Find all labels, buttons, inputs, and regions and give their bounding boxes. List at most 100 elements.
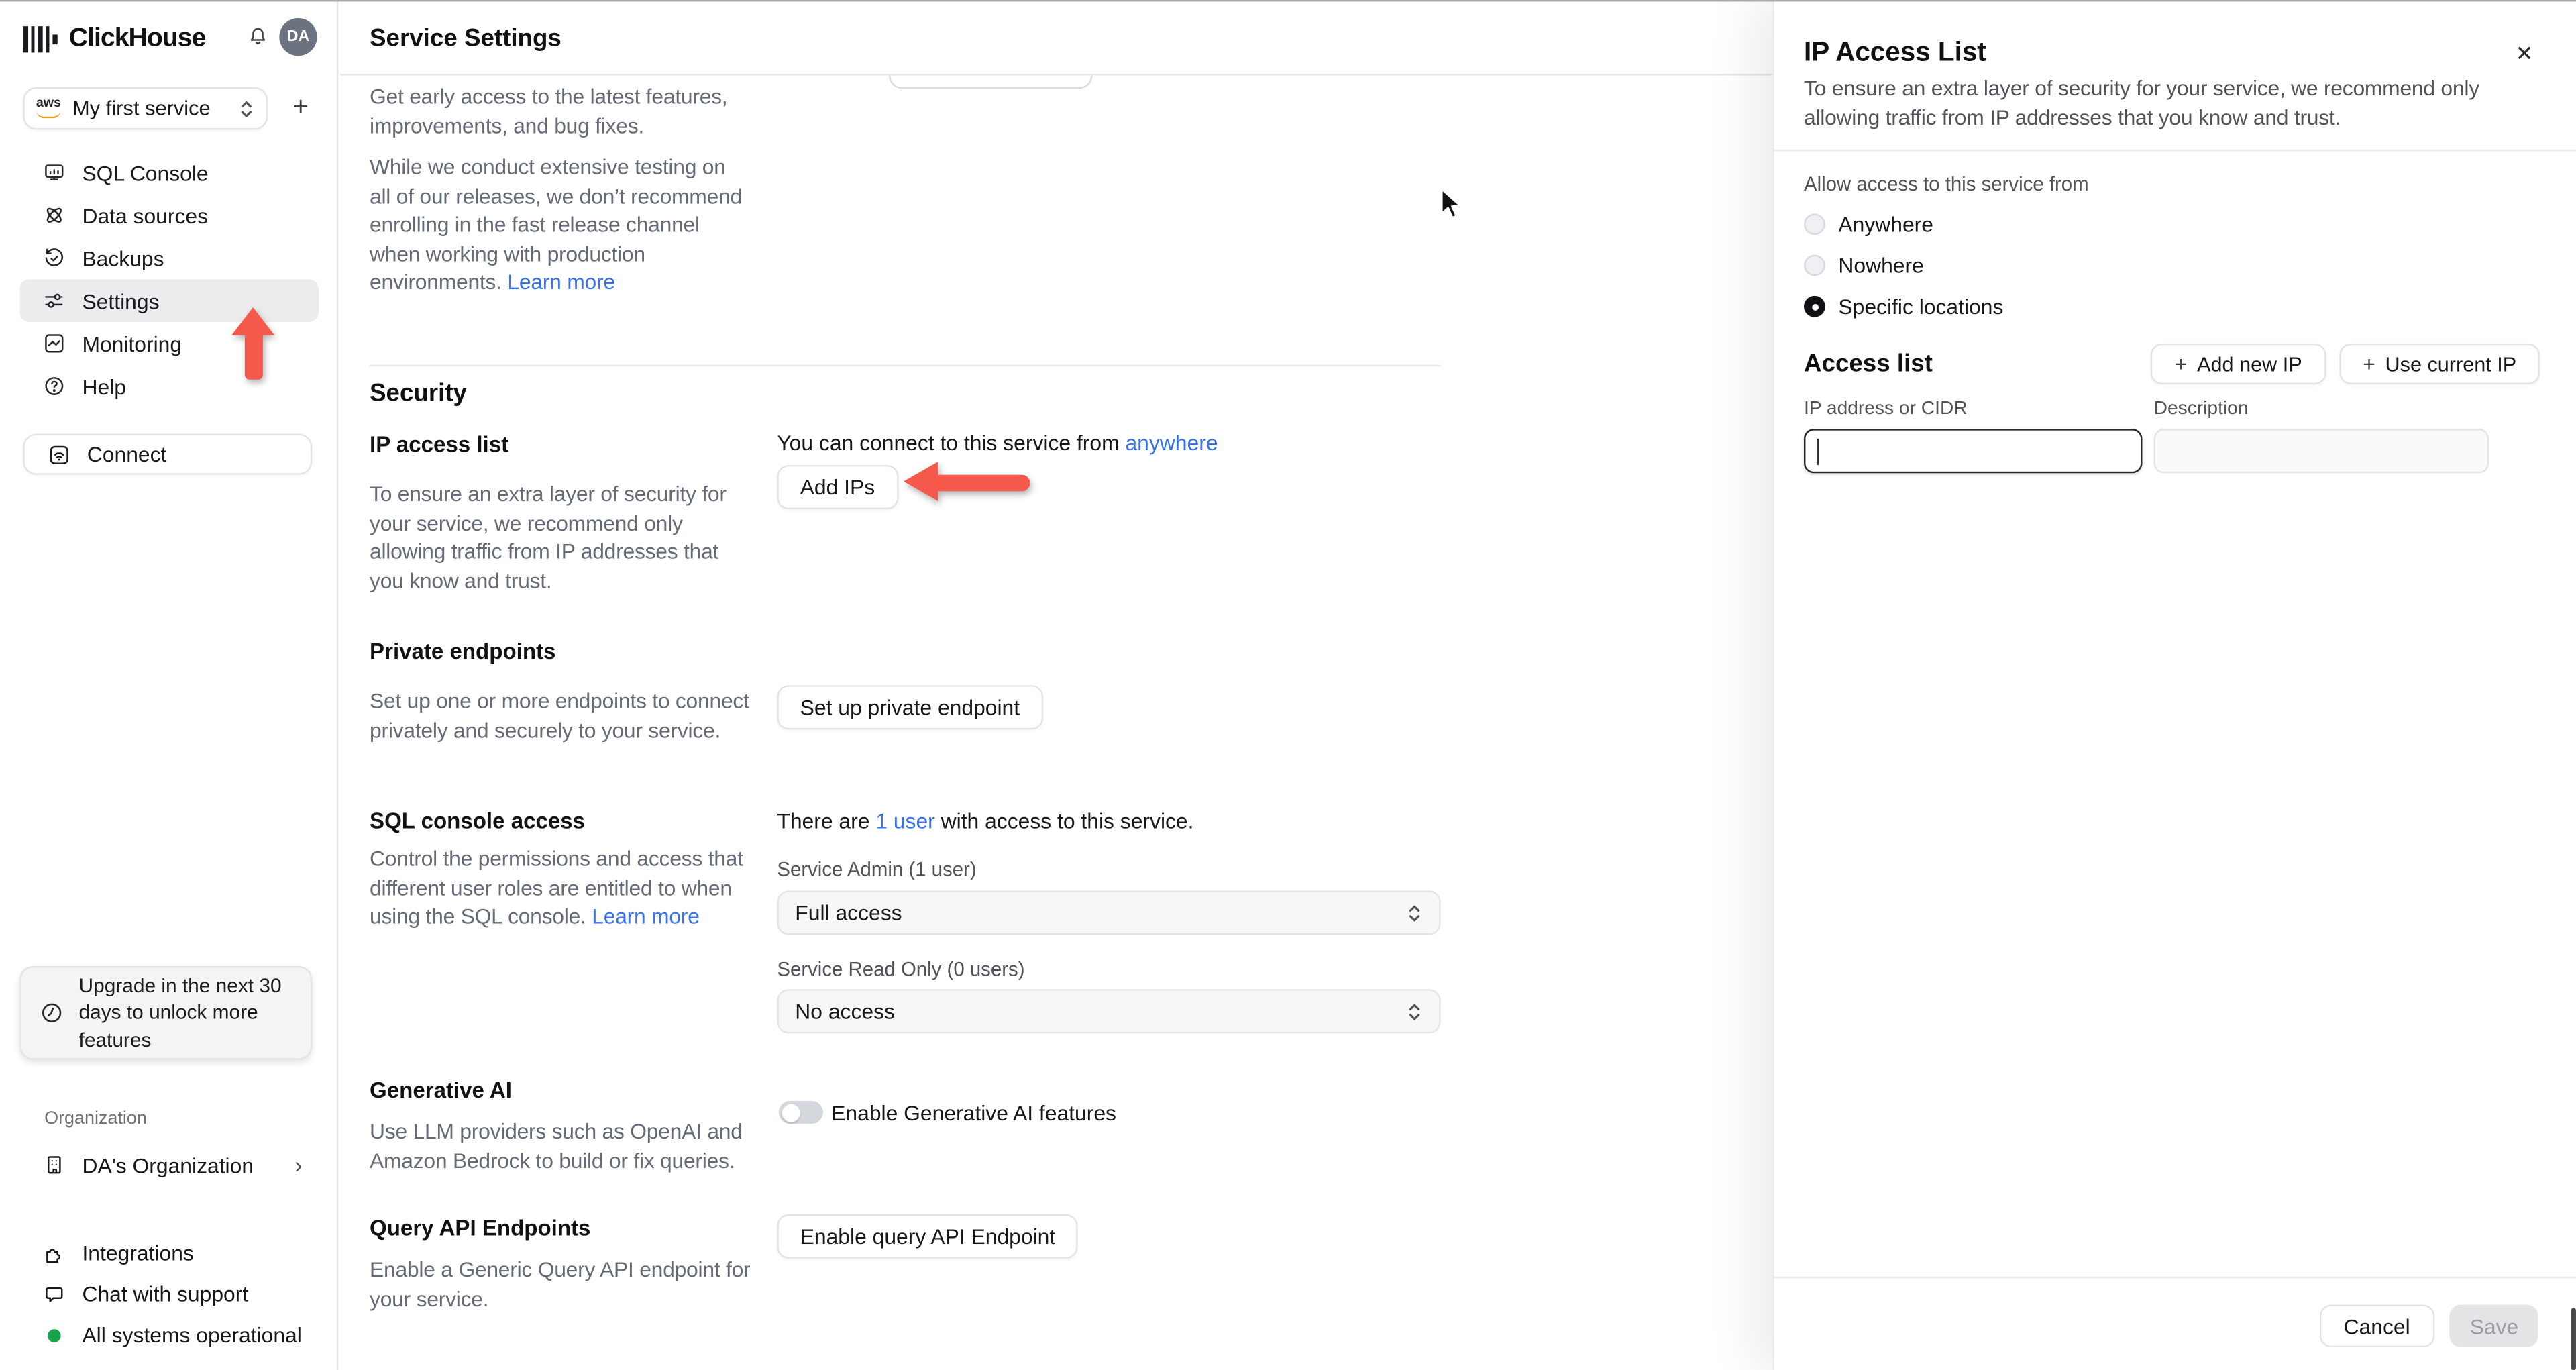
- sidebar-item-data-sources[interactable]: Data sources: [19, 194, 319, 237]
- radio-circle-icon: [1803, 295, 1825, 317]
- panel-footer-divider: [1774, 1276, 2576, 1279]
- generative-ai-toggle[interactable]: [778, 1100, 823, 1124]
- close-icon[interactable]: ✕: [2516, 41, 2534, 67]
- add-new-ip-button[interactable]: + Add new IP: [2150, 343, 2326, 385]
- connect-label: Connect: [87, 441, 167, 467]
- chevron-updown-icon: [1406, 1000, 1422, 1022]
- add-service-button[interactable]: +: [286, 91, 315, 127]
- generative-ai-title: Generative AI: [370, 1077, 512, 1103]
- cancel-button[interactable]: Cancel: [2318, 1304, 2435, 1348]
- plus-icon: +: [2174, 352, 2188, 376]
- ip-cidr-label: IP address or CIDR: [1803, 399, 1968, 419]
- sql-console-access-title: SQL console access: [370, 808, 586, 833]
- user-avatar[interactable]: DA: [279, 17, 317, 56]
- setup-private-endpoint-button[interactable]: Set up private endpoint: [777, 685, 1043, 730]
- clickhouse-logo-icon: [23, 26, 58, 53]
- private-endpoints-title: Private endpoints: [370, 639, 556, 664]
- notifications-bell-icon[interactable]: [246, 25, 269, 50]
- anywhere-link[interactable]: anywhere: [1125, 431, 1218, 456]
- radio-label: Specific locations: [1838, 294, 2004, 319]
- query-api-description: Enable a Generic Query API endpoint for …: [370, 1257, 751, 1311]
- learn-more-link[interactable]: Learn more: [507, 270, 615, 295]
- panel-title: IP Access List: [1803, 38, 1986, 68]
- sidebar-item-label: Monitoring: [82, 331, 182, 356]
- organization-row[interactable]: DA's Organization ›: [19, 1145, 319, 1185]
- sidebar-item-integrations[interactable]: Integrations: [19, 1232, 319, 1273]
- radio-circle-icon: [1803, 213, 1825, 235]
- panel-description: To ensure an extra layer of security for…: [1803, 75, 2479, 129]
- service-readonly-label: Service Read Only (0 users): [777, 957, 1025, 982]
- access-list-heading: Access list: [1803, 350, 1933, 378]
- building-icon: [43, 1153, 66, 1176]
- chevron-updown-icon: [241, 100, 252, 117]
- radio-anywhere[interactable]: Anywhere: [1803, 212, 1933, 237]
- service-selector[interactable]: aws My first service: [23, 87, 268, 130]
- scrollbar-thumb[interactable]: [2571, 1308, 2575, 1370]
- system-status-row[interactable]: All systems operational: [19, 1314, 319, 1355]
- sql-console-icon: [43, 161, 66, 184]
- private-endpoints-description: Set up one or more endpoints to connect …: [370, 688, 749, 742]
- use-current-ip-label: Use current IP: [2385, 352, 2517, 376]
- brand: ClickHouse: [23, 21, 207, 58]
- footer-item-label: Chat with support: [82, 1281, 249, 1306]
- ip-access-list-title: IP access list: [370, 432, 509, 457]
- organization-name: DA's Organization: [82, 1152, 254, 1177]
- aws-provider-icon: aws: [36, 95, 61, 118]
- radio-circle-icon: [1803, 254, 1825, 276]
- allow-access-label: Allow access to this service from: [1803, 172, 2089, 196]
- radio-nowhere[interactable]: Nowhere: [1803, 253, 1924, 278]
- organization-section-label: Organization: [44, 1109, 147, 1129]
- ip-cidr-input[interactable]: [1803, 429, 2143, 474]
- generative-ai-toggle-label: Enable Generative AI features: [831, 1100, 1116, 1126]
- annotation-arrow-add-ips: [903, 462, 1030, 503]
- ip-access-list-description: To ensure an extra layer of security for…: [370, 481, 727, 592]
- mouse-cursor: [1439, 187, 1467, 231]
- service-readonly-select[interactable]: No access: [777, 989, 1441, 1034]
- sidebar-item-backups[interactable]: Backups: [19, 237, 319, 280]
- ip-access-list-panel: IP Access List ✕ To ensure an extra laye…: [1772, 0, 2576, 1370]
- sidebar-item-label: Data sources: [82, 203, 209, 228]
- use-current-ip-button[interactable]: + Use current IP: [2339, 343, 2540, 385]
- text-caret: [1817, 438, 1819, 466]
- footer-item-label: Integrations: [82, 1240, 194, 1265]
- sidebar-item-chat-support[interactable]: Chat with support: [19, 1273, 319, 1314]
- generative-ai-description: Use LLM providers such as OpenAI and Ama…: [370, 1118, 743, 1173]
- sidebar-item-sql-console[interactable]: SQL Console: [19, 151, 319, 194]
- enable-query-api-button[interactable]: Enable query API Endpoint: [777, 1214, 1079, 1259]
- clock-icon: [40, 1000, 64, 1025]
- puzzle-icon: [43, 1241, 66, 1264]
- brand-name: ClickHouse: [68, 24, 207, 53]
- add-ips-button[interactable]: Add IPs: [777, 465, 898, 510]
- add-new-ip-label: Add new IP: [2197, 352, 2302, 376]
- sql-access-status-suffix: with access to this service.: [934, 808, 1194, 833]
- panel-divider: [1774, 149, 2576, 152]
- ip-access-status: You can connect to this service from any…: [777, 431, 1218, 456]
- connect-wifi-icon: [48, 443, 70, 466]
- sql-access-status: There are 1 user with access to this ser…: [777, 808, 1193, 833]
- learn-more-link[interactable]: Learn more: [592, 904, 700, 929]
- main-content: Service Settings Get early access to the…: [339, 0, 1773, 1370]
- sql-access-description: Control the permissions and access that …: [370, 845, 751, 931]
- service-admin-label: Service Admin (1 user): [777, 857, 977, 881]
- description-label: Description: [2153, 399, 2249, 419]
- help-icon: [43, 374, 66, 397]
- chevron-updown-icon: [1406, 901, 1422, 924]
- query-api-title: Query API Endpoints: [370, 1216, 591, 1241]
- upgrade-banner[interactable]: Upgrade in the next 30 days to unlock mo…: [19, 966, 313, 1060]
- service-admin-value: Full access: [795, 900, 902, 925]
- monitoring-icon: [43, 332, 66, 355]
- clipped-select-remnant: [888, 75, 1093, 89]
- connect-button[interactable]: Connect: [23, 433, 313, 475]
- radio-specific-locations[interactable]: Specific locations: [1803, 294, 2004, 319]
- service-admin-select[interactable]: Full access: [777, 890, 1441, 935]
- plus-icon: +: [2363, 352, 2375, 376]
- sidebar-item-label: Settings: [82, 288, 160, 313]
- data-sources-icon: [43, 204, 66, 227]
- settings-icon: [43, 289, 66, 312]
- sidebar-footer: Integrations Chat with support All syste…: [19, 1232, 319, 1356]
- sql-access-status-prefix: There are: [777, 808, 876, 833]
- save-button[interactable]: Save: [2450, 1304, 2538, 1348]
- description-input[interactable]: [2153, 429, 2489, 474]
- one-user-link[interactable]: 1 user: [875, 808, 935, 833]
- clickhouse-console: ClickHouse DA aws My first service + SQL…: [0, 0, 2576, 1370]
